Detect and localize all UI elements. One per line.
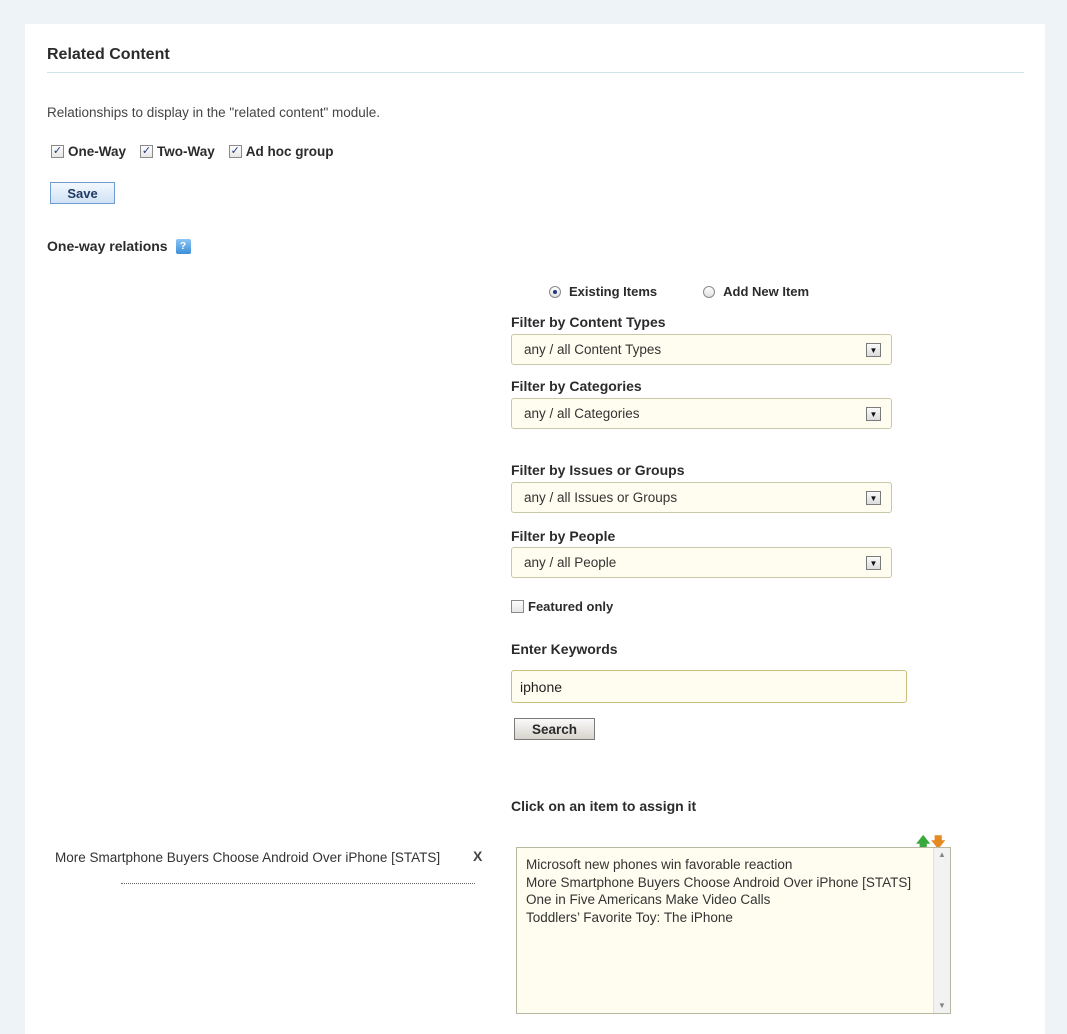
keywords-input[interactable] [511,670,907,703]
intro-text: Relationships to display in the "related… [47,105,381,120]
checkbox-label: Ad hoc group [245,144,334,159]
content-types-select[interactable]: any / all Content Types ▼ [511,334,892,365]
one-way-relations-heading: One-way relations ? [47,238,191,254]
list-item[interactable]: Toddlers’ Favorite Toy: The iPhone [526,909,931,927]
checkbox-label: Two-Way [157,144,215,159]
remove-assigned-button[interactable]: X [473,848,482,864]
section-title: Related Content [47,46,170,63]
list-item[interactable]: One in Five Americans Make Video Calls [526,891,931,909]
dropdown-arrow-icon[interactable]: ▼ [866,491,881,505]
issues-label: Filter by Issues or Groups [511,462,685,478]
categories-label: Filter by Categories [511,378,642,394]
radio-label: Existing Items [569,284,658,299]
radio-selected-icon[interactable] [549,285,561,298]
categories-select[interactable]: any / all Categories ▼ [511,398,892,429]
assign-instructions: Click on an item to assign it [511,798,697,814]
dropdown-arrow-icon[interactable]: ▼ [866,343,881,357]
radio-unselected-icon[interactable] [703,285,716,298]
issues-select[interactable]: any / all Issues or Groups ▼ [511,482,892,513]
title-divider [47,72,1024,73]
checkbox-checked-icon[interactable]: ✓ [228,145,242,158]
radio-add-new-item[interactable]: Add New Item [703,284,809,299]
dropdown-arrow-icon[interactable]: ▼ [866,556,881,570]
checkbox-ad-hoc-group[interactable]: ✓ Ad hoc group [228,144,334,159]
results-list: Microsoft new phones win favorable react… [526,856,931,926]
select-value: any / all Categories [524,406,640,421]
list-item[interactable]: More Smartphone Buyers Choose Android Ov… [526,874,931,892]
checkbox-one-way[interactable]: ✓ One-Way [51,144,126,159]
select-value: any / all Issues or Groups [524,490,678,505]
search-button[interactable]: Search [514,718,595,740]
keywords-label: Enter Keywords [511,641,618,657]
people-label: Filter by People [511,528,616,544]
select-value: any / all Content Types [524,342,662,357]
checkbox-checked-icon[interactable]: ✓ [51,145,64,158]
checkbox-checked-icon[interactable]: ✓ [140,145,154,158]
dropdown-arrow-icon[interactable]: ▼ [866,407,881,421]
scroll-down-icon[interactable]: ▼ [934,999,950,1013]
relationship-type-checkboxes: ✓ One-Way ✓ Two-Way ✓ Ad hoc group [51,144,348,159]
related-content-panel: Related Content Relationships to display… [25,24,1045,1034]
assigned-item: More Smartphone Buyers Choose Android Ov… [55,849,475,866]
vertical-scrollbar[interactable]: ▲ ▼ [933,848,950,1013]
radio-existing-items[interactable]: Existing Items [549,284,657,299]
one-way-relations-title: One-way relations [47,238,168,254]
checkbox-label: One-Way [68,144,127,159]
scroll-up-icon[interactable]: ▲ [934,848,950,862]
checkbox-unchecked-icon[interactable] [511,600,524,613]
assigned-item-title: More Smartphone Buyers Choose Android Ov… [55,850,441,865]
content-types-label: Filter by Content Types [511,314,666,330]
search-results-listbox[interactable]: Microsoft new phones win favorable react… [516,847,951,1014]
checkbox-label: Featured only [528,599,614,614]
people-select[interactable]: any / all People ▼ [511,547,892,578]
assigned-item-divider [121,883,475,884]
radio-label: Add New Item [723,284,810,299]
list-item[interactable]: Microsoft new phones win favorable react… [526,856,931,874]
featured-only-checkbox[interactable]: Featured only [511,599,613,614]
select-value: any / all People [524,555,617,570]
checkbox-two-way[interactable]: ✓ Two-Way [140,144,215,159]
mode-radio-group: Existing Items Add New Item [549,284,809,299]
help-icon[interactable]: ? [175,238,191,254]
save-button[interactable]: Save [50,182,115,204]
